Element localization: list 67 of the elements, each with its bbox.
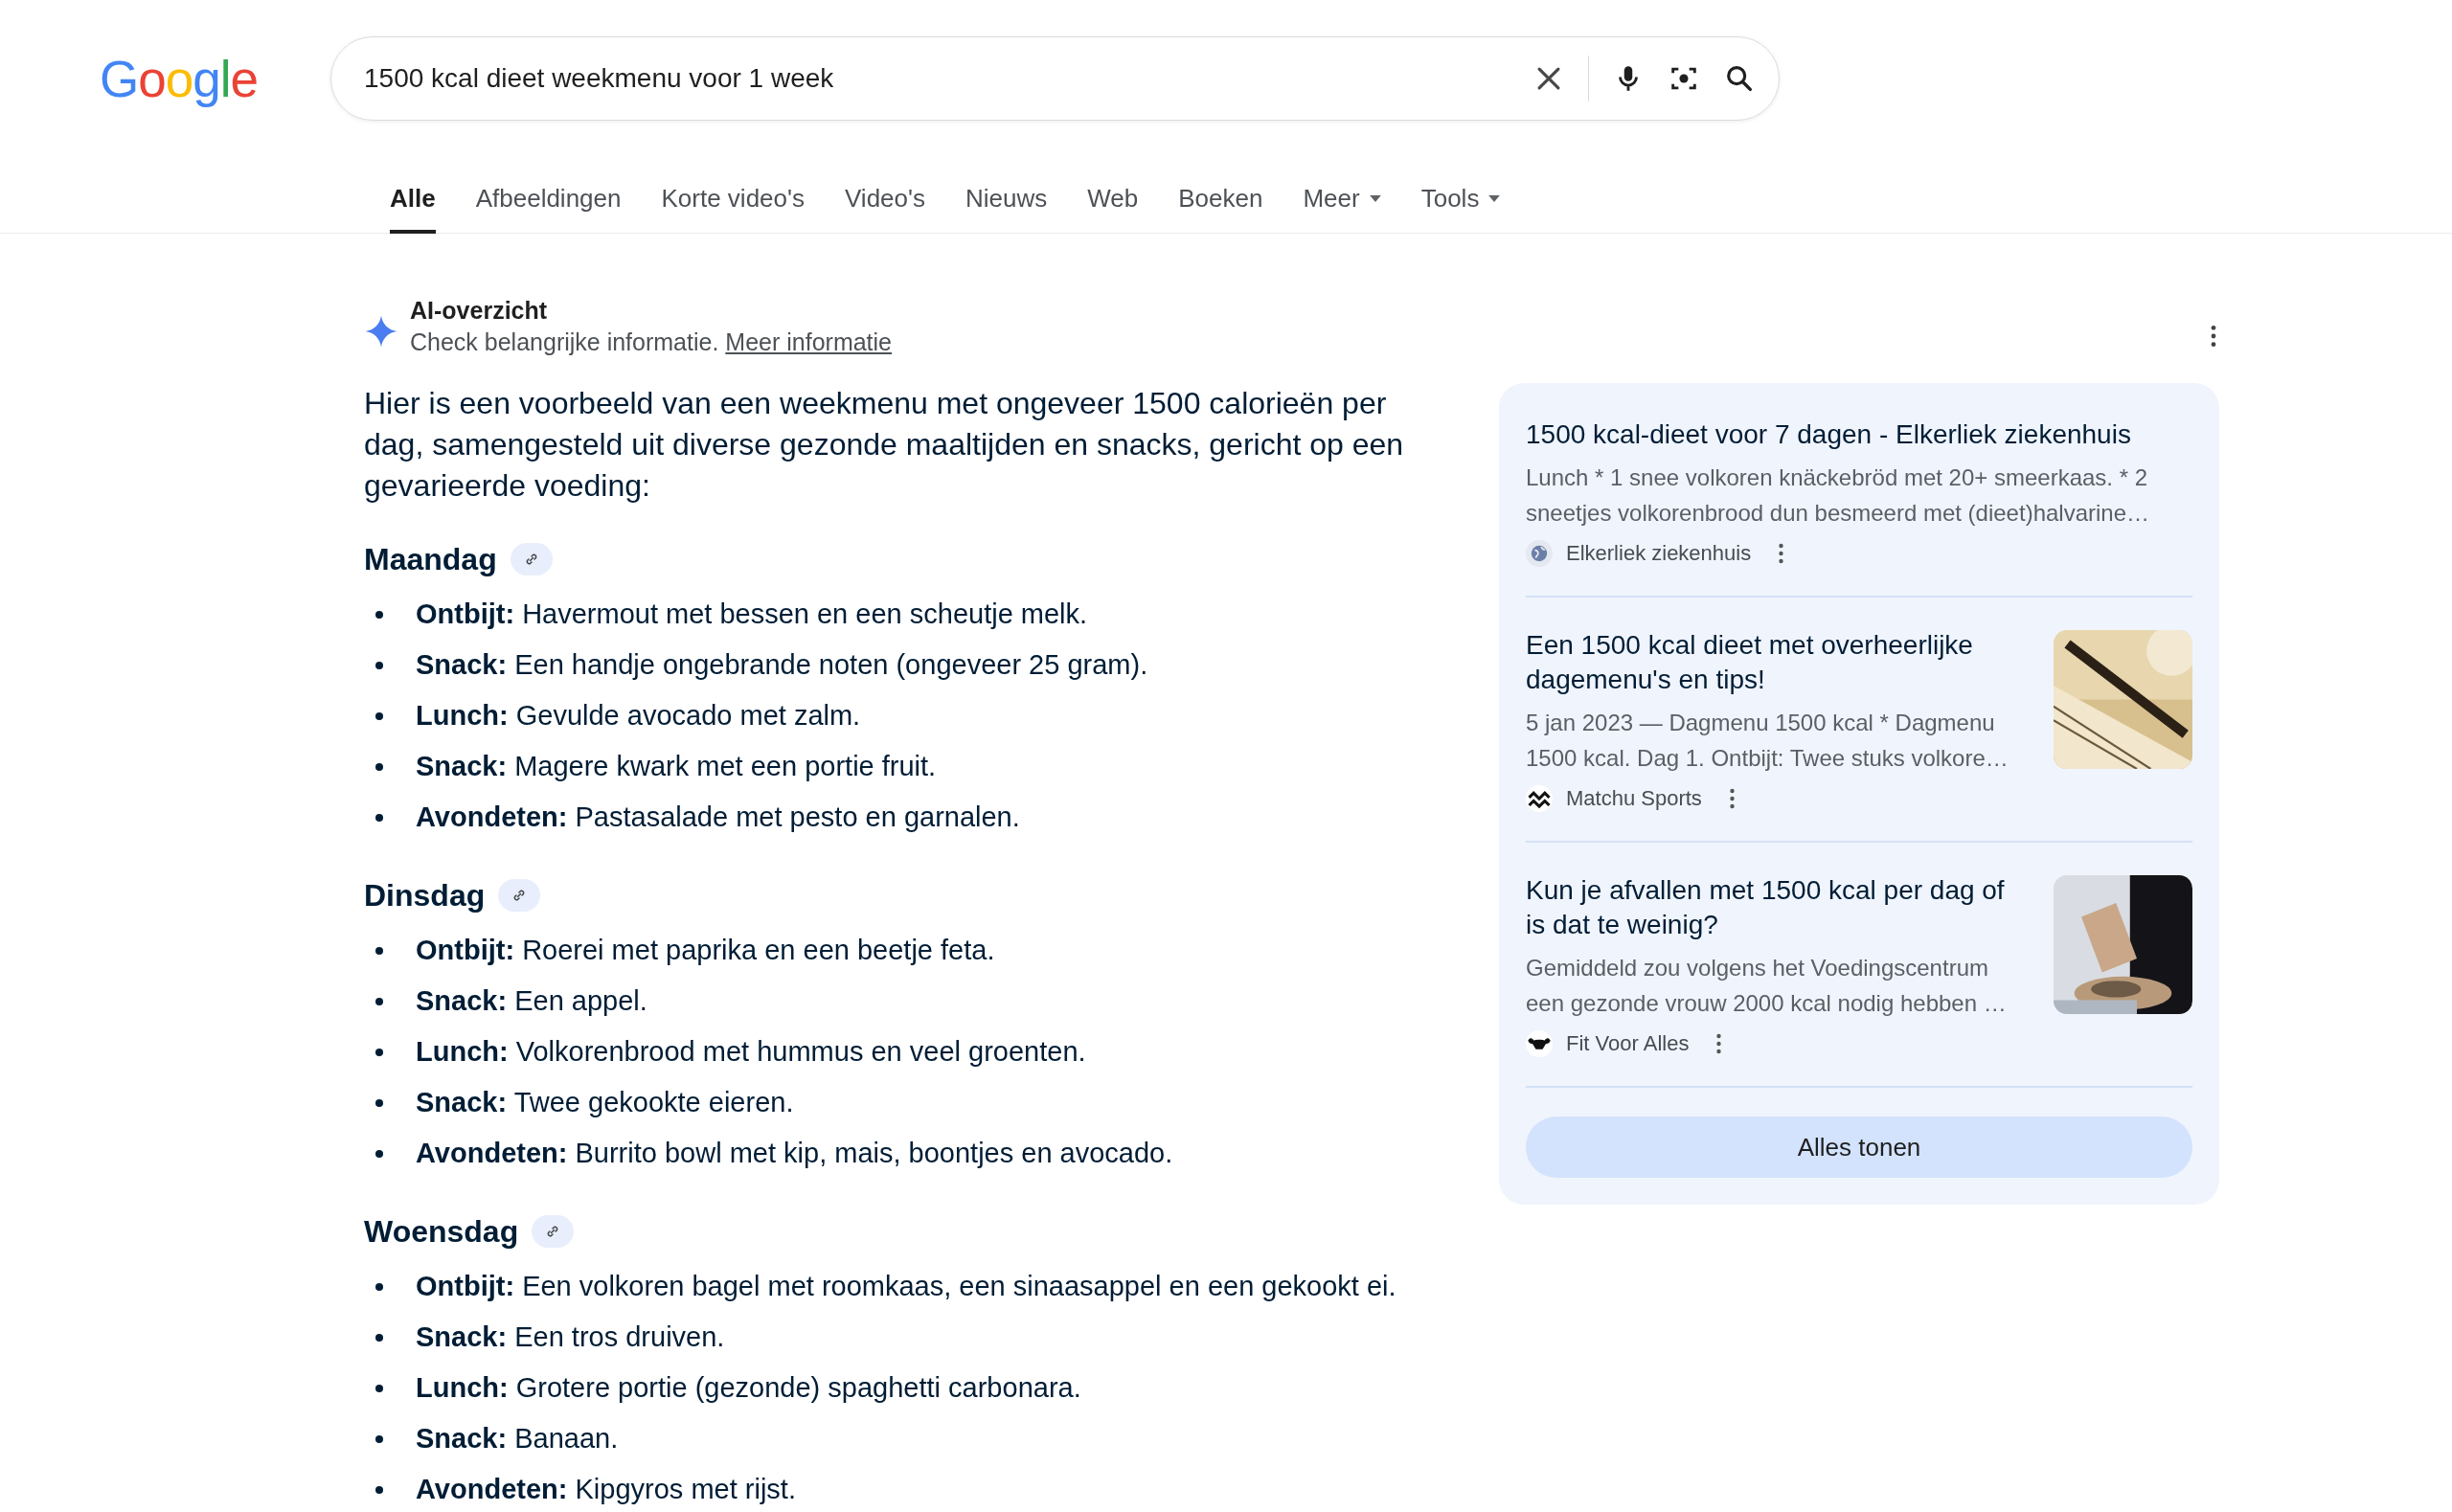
search-field[interactable]: 1500 kcal dieet weekmenu voor 1 week: [364, 63, 1510, 94]
search-tab[interactable]: Video's: [845, 157, 925, 234]
search-tab[interactable]: Afbeeldingen: [475, 157, 622, 234]
show-all-button[interactable]: Alles tonen: [1526, 1117, 2192, 1178]
search-tab[interactable]: Tools: [1420, 157, 1501, 234]
bullet: [375, 1485, 383, 1494]
bullet: [375, 1333, 383, 1342]
more-options-icon[interactable]: [2210, 324, 2217, 349]
day-heading: Woensdag: [364, 1213, 519, 1250]
meal-item: Avondeten: Kipgyros met rijst.: [416, 1474, 796, 1505]
more-options-icon[interactable]: [1715, 1032, 1723, 1055]
source-title[interactable]: 1500 kcal-dieet voor 7 dagen - Elkerliek ziekenhuis: [1526, 417, 2192, 452]
caret-icon: [1369, 195, 1381, 202]
google-logo[interactable]: Google: [100, 49, 330, 108]
meal-item: Lunch: Gevulde avocado met zalm.: [416, 700, 861, 732]
search-tab[interactable]: Boeken: [1178, 157, 1263, 234]
bullet: [375, 711, 383, 720]
bullet: [375, 946, 383, 955]
search-tab[interactable]: Nieuws: [965, 157, 1048, 234]
site-name: Elkerliek ziekenhuis: [1566, 541, 1752, 566]
overview-paragraph: Hier is een voorbeeld van een weekmenu met ongeveer 1500 calorieën per dag, samengesteld uit diverse gezonde maaltijden en snacks, gericht op een gevarieerde voeding:: [364, 385, 1405, 505]
day-heading: Maandag: [364, 541, 497, 577]
bullet: [375, 1282, 383, 1291]
bullet: [375, 610, 383, 619]
globe-icon: [1526, 540, 1553, 567]
bullet: [375, 813, 383, 822]
more-info-link[interactable]: Meer informatie: [725, 328, 892, 355]
meal-item: Ontbijt: Een volkoren bagel met roomkaas, een sinaasappel en een gekookt ei.: [416, 1271, 1396, 1302]
overview-note: Check belangrijke informatie.: [410, 328, 719, 355]
caret-icon: [1488, 195, 1501, 202]
bullet: [375, 1048, 383, 1056]
bullet: [375, 1149, 383, 1158]
meal-item: Snack: Magere kwark met een portie fruit.: [416, 751, 937, 782]
bullet: [375, 661, 383, 669]
meal-item: Avondeten: Pastasalade met pesto en garnalen.: [416, 801, 1020, 833]
site-name: Matchu Sports: [1566, 786, 1702, 811]
meal-item: Ontbijt: Roerei met paprika en een beetje feta.: [416, 935, 995, 966]
source-snippet: Gemiddeld zou volgens het Voedingscentrum een gezonde vrouw 2000 kcal nodig hebben …: [1526, 954, 2008, 1018]
meal-item: Snack: Een appel.: [416, 985, 647, 1017]
source-title[interactable]: Een 1500 kcal dieet met overheerlijke dagemenu's en tips!: [1526, 628, 2027, 697]
meal-item: Lunch: Volkorenbrood met hummus en veel groenten.: [416, 1036, 1086, 1068]
meal-item: Ontbijt: Havermout met bessen en een scheutje melk.: [416, 598, 1088, 630]
day-heading: Dinsdag: [364, 877, 486, 914]
bullet: [375, 1384, 383, 1392]
bullet: [375, 1098, 383, 1107]
meal-item: Snack: Twee gekookte eieren.: [416, 1087, 794, 1118]
sparkle-icon: [364, 314, 398, 349]
more-options-icon[interactable]: [1728, 787, 1736, 810]
more-options-icon[interactable]: [1778, 542, 1785, 565]
source-snippet: Lunch * 1 snee volkoren knäckebröd met 20+ smeerkaas. * 2 sneetjes volkorenbrood dun besmeerd met (dieet)halvarine…: [1526, 463, 2151, 528]
source-snippet: 5 jan 2023 — Dagmenu 1500 kcal * Dagmenu 1500 kcal. Dag 1. Ontbijt: Twee stuks volkore…: [1526, 709, 2009, 773]
meal-item: Lunch: Grotere portie (gezonde) spaghetti carbonara.: [416, 1372, 1081, 1404]
search-tab[interactable]: Alle: [390, 157, 436, 234]
meal-item: Snack: Een tros druiven.: [416, 1321, 725, 1353]
bullet: [375, 997, 383, 1005]
meal-item: Snack: Banaan.: [416, 1423, 619, 1455]
search-tab[interactable]: Meer: [1303, 157, 1381, 234]
source-title[interactable]: Kun je afvallen met 1500 kcal per dag of is dat te weinig?: [1526, 873, 2027, 942]
bullet: [375, 1434, 383, 1443]
zigzag-icon: [1526, 785, 1553, 812]
meal-item: Snack: Een handje ongebrande noten (ongeveer 25 gram).: [416, 649, 1148, 681]
search-tab[interactable]: Web: [1087, 157, 1139, 234]
search-tab[interactable]: Korte video's: [661, 157, 805, 234]
site-name: Fit Voor Alles: [1566, 1031, 1690, 1056]
meal-item: Avondeten: Burrito bowl met kip, mais, boontjes en avocado.: [416, 1138, 1173, 1169]
bullet: [375, 762, 383, 771]
overview-title: AI-overzicht: [410, 297, 549, 325]
